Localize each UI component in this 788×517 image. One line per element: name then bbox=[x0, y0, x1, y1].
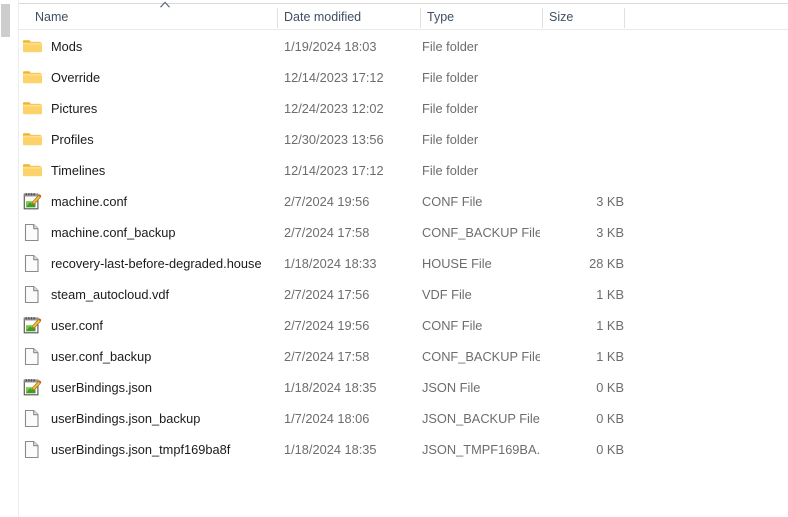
file-size-cell bbox=[540, 124, 624, 155]
file-type-cell: VDF File bbox=[422, 287, 472, 302]
file-row[interactable]: machine.conf 2/7/2024 19:56 CONF File 3 KB bbox=[19, 186, 788, 217]
file-size-cell: 0 KB bbox=[596, 411, 624, 426]
file-name-cell[interactable]: machine.conf_backup bbox=[22, 217, 274, 248]
file-type-cell: JSON_TMPF169BA... bbox=[422, 442, 540, 457]
file-type-cell: CONF_BACKUP File bbox=[422, 349, 540, 364]
date-modified-cell: 1/18/2024 18:35 bbox=[284, 380, 377, 395]
date-modified-cell: 1/7/2024 18:06 bbox=[284, 411, 370, 426]
file-row[interactable]: Profiles 12/30/2023 13:56 File folder bbox=[19, 124, 788, 155]
file-type-cell: JSON_BACKUP File bbox=[422, 411, 540, 426]
column-divider-type[interactable] bbox=[542, 8, 543, 28]
file-size-cell: 3 KB bbox=[596, 225, 624, 240]
header-bottom-border bbox=[19, 29, 788, 30]
file-row[interactable]: recovery-last-before-degraded.house 1/18/… bbox=[19, 248, 788, 279]
file-name-cell[interactable]: user.conf bbox=[22, 310, 274, 341]
date-modified-cell: 1/18/2024 18:35 bbox=[284, 442, 377, 457]
file-row[interactable]: Timelines 12/14/2023 17:12 File folder bbox=[19, 155, 788, 186]
column-divider-date[interactable] bbox=[420, 8, 421, 28]
file-type-cell: CONF File bbox=[422, 318, 483, 333]
file-row[interactable]: userBindings.json 1/18/2024 18:35 JSON Fil… bbox=[19, 372, 788, 403]
date-modified-cell: 12/14/2023 17:12 bbox=[284, 163, 384, 178]
file-name-cell[interactable]: machine.conf bbox=[22, 186, 274, 217]
file-type-cell: File folder bbox=[422, 101, 479, 116]
file-name-cell[interactable]: steam_autocloud.vdf bbox=[22, 279, 274, 310]
file-size-cell bbox=[540, 62, 624, 93]
file-name-cell[interactable]: Override bbox=[22, 62, 274, 93]
file-type-cell: HOUSE File bbox=[422, 256, 492, 271]
file-list: Mods 1/19/2024 18:03 File folder Override 1… bbox=[19, 31, 788, 517]
date-modified-cell: 2/7/2024 19:56 bbox=[284, 318, 370, 333]
file-size-cell: 0 KB bbox=[596, 380, 624, 395]
file-type-cell: File folder bbox=[422, 70, 479, 85]
file-size-cell: 3 KB bbox=[596, 194, 624, 209]
file-size-cell: 0 KB bbox=[596, 442, 624, 457]
column-divider-size[interactable] bbox=[624, 8, 625, 28]
file-name-cell[interactable]: Timelines bbox=[22, 155, 274, 186]
file-name-cell[interactable]: userBindings.json_backup bbox=[22, 403, 274, 434]
file-type-cell: CONF_BACKUP File bbox=[422, 225, 540, 240]
column-header-row: Name Date modified Type Size bbox=[19, 0, 788, 30]
file-row[interactable]: userBindings.json_backup 1/7/2024 18:06 JS… bbox=[19, 403, 788, 434]
column-header-date-modified[interactable]: Date modified bbox=[284, 4, 420, 30]
file-type-cell: File folder bbox=[422, 163, 479, 178]
file-type-cell: File folder bbox=[422, 132, 479, 147]
file-row[interactable]: steam_autocloud.vdf 2/7/2024 17:56 VDF Fil… bbox=[19, 279, 788, 310]
file-name-cell[interactable]: userBindings.json_tmpf169ba8f bbox=[22, 434, 274, 465]
file-explorer-details-view: Name Date modified Type Size Mods 1/19/20… bbox=[0, 0, 788, 517]
date-modified-cell: 2/7/2024 17:56 bbox=[284, 287, 370, 302]
file-row[interactable]: machine.conf_backup 2/7/2024 17:58 CONF_BA… bbox=[19, 217, 788, 248]
column-divider-name[interactable] bbox=[277, 8, 278, 28]
file-name-cell[interactable]: recovery-last-before-degraded.house bbox=[22, 248, 274, 279]
file-type-cell: File folder bbox=[422, 39, 479, 54]
date-modified-cell: 12/24/2023 12:02 bbox=[284, 101, 384, 116]
file-row[interactable]: Override 12/14/2023 17:12 File folder bbox=[19, 62, 788, 93]
file-row[interactable]: Pictures 12/24/2023 12:02 File folder bbox=[19, 93, 788, 124]
date-modified-cell: 1/19/2024 18:03 bbox=[284, 39, 377, 54]
file-size-cell: 1 KB bbox=[596, 287, 624, 302]
file-row[interactable]: user.conf_backup 2/7/2024 17:58 CONF_BACKU… bbox=[19, 341, 788, 372]
column-header-size[interactable]: Size bbox=[549, 4, 619, 30]
date-modified-cell: 2/7/2024 17:58 bbox=[284, 225, 370, 240]
date-modified-cell: 2/7/2024 17:58 bbox=[284, 349, 370, 364]
scrollbar-thumb[interactable] bbox=[1, 4, 10, 37]
file-row[interactable]: user.conf 2/7/2024 19:56 CONF File 1 KB bbox=[19, 310, 788, 341]
file-type-cell: JSON File bbox=[422, 380, 481, 395]
file-size-cell bbox=[540, 31, 624, 62]
vertical-scrollbar[interactable] bbox=[0, 0, 11, 517]
file-type-cell: CONF File bbox=[422, 194, 483, 209]
date-modified-cell: 1/18/2024 18:33 bbox=[284, 256, 377, 271]
file-size-cell: 1 KB bbox=[596, 349, 624, 364]
date-modified-cell: 12/30/2023 13:56 bbox=[284, 132, 384, 147]
file-name-cell[interactable]: Pictures bbox=[22, 93, 274, 124]
file-size-cell: 1 KB bbox=[596, 318, 624, 333]
file-name-cell[interactable]: user.conf_backup bbox=[22, 341, 274, 372]
file-size-cell: 28 KB bbox=[589, 256, 624, 271]
file-name-cell[interactable]: userBindings.json bbox=[22, 372, 274, 403]
file-name-cell[interactable]: Profiles bbox=[22, 124, 274, 155]
file-size-cell bbox=[540, 93, 624, 124]
column-header-name[interactable]: Name bbox=[35, 4, 275, 30]
file-row[interactable]: Mods 1/19/2024 18:03 File folder bbox=[19, 31, 788, 62]
column-header-type[interactable]: Type bbox=[427, 4, 539, 30]
file-row[interactable]: userBindings.json_tmpf169ba8f 1/18/2024 1… bbox=[19, 434, 788, 465]
date-modified-cell: 12/14/2023 17:12 bbox=[284, 70, 384, 85]
file-name-cell[interactable]: Mods bbox=[22, 31, 274, 62]
date-modified-cell: 2/7/2024 19:56 bbox=[284, 194, 370, 209]
file-size-cell bbox=[540, 155, 624, 186]
